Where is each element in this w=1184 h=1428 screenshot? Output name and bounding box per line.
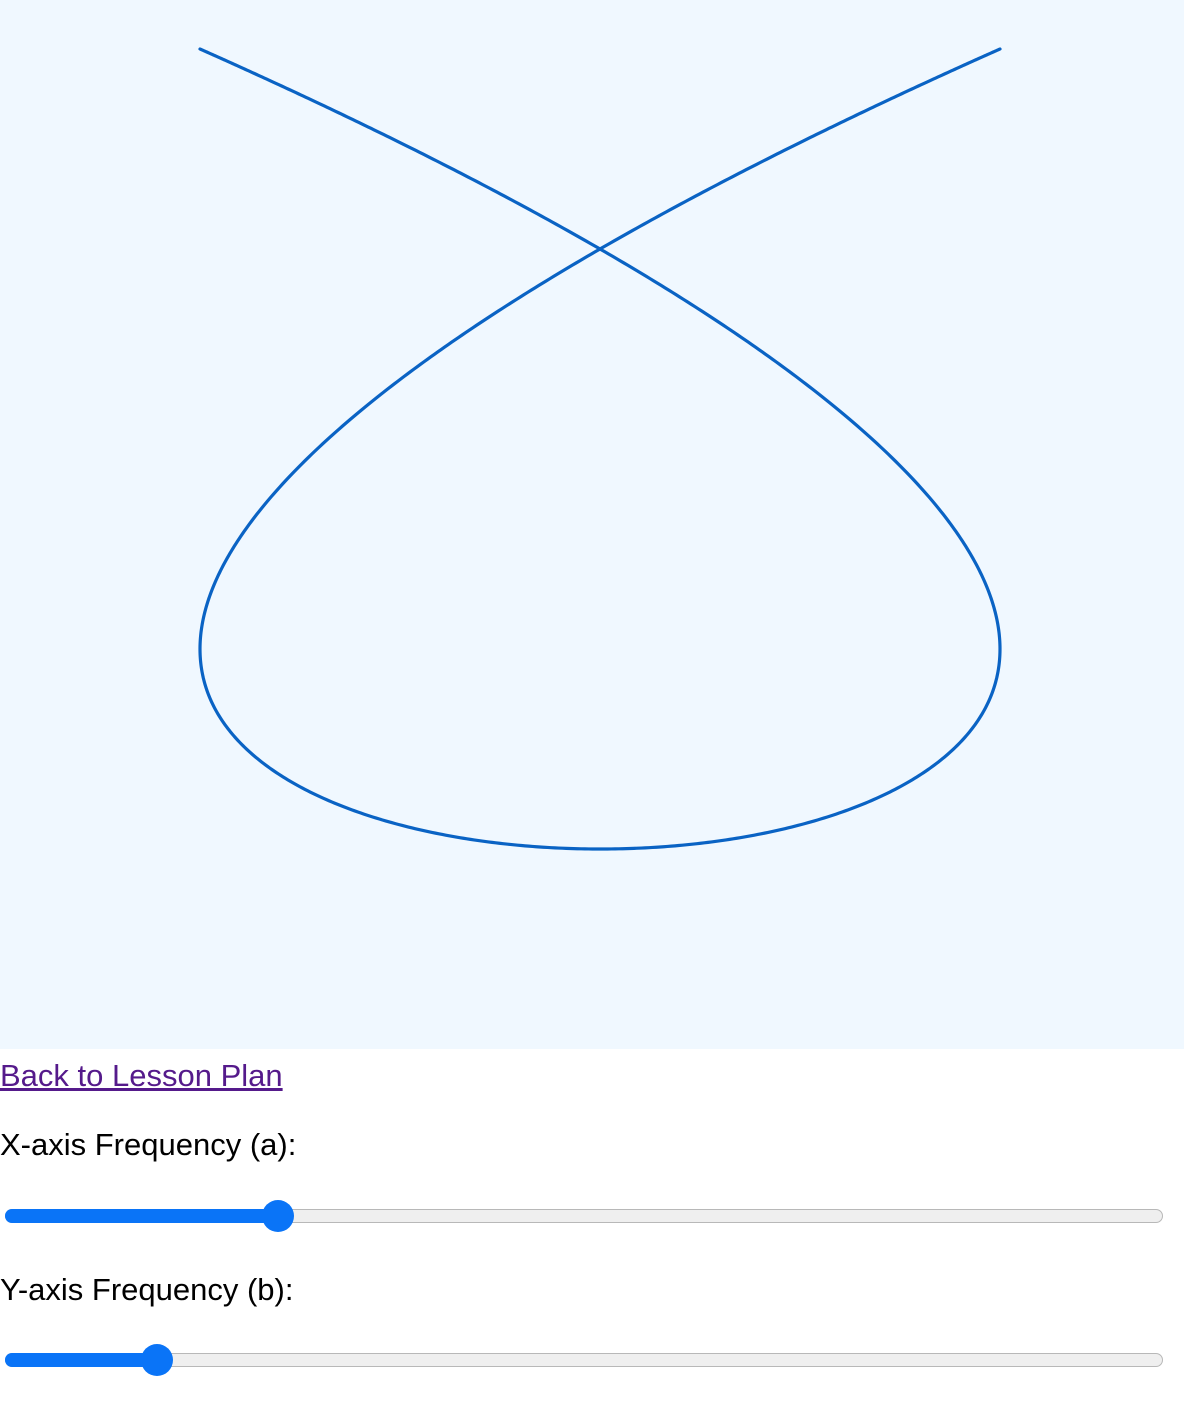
y-frequency-slider-thumb[interactable]	[140, 1344, 173, 1376]
x-frequency-slider-thumb[interactable]	[261, 1200, 294, 1232]
y-frequency-slider-track[interactable]	[5, 1353, 1163, 1367]
y-frequency-slider[interactable]	[5, 1344, 1163, 1376]
lissajous-curve	[198, 47, 1002, 851]
y-frequency-label: Y-axis Frequency (b):	[0, 1272, 294, 1307]
y-frequency-slider-fill	[5, 1353, 157, 1367]
x-frequency-label: X-axis Frequency (a):	[0, 1127, 297, 1162]
back-to-lesson-plan-link[interactable]: Back to Lesson Plan	[0, 1057, 283, 1095]
x-frequency-slider[interactable]	[5, 1200, 1163, 1232]
lissajous-canvas	[0, 0, 1184, 1049]
x-frequency-slider-fill	[5, 1209, 278, 1223]
lissajous-plot	[198, 47, 1002, 851]
